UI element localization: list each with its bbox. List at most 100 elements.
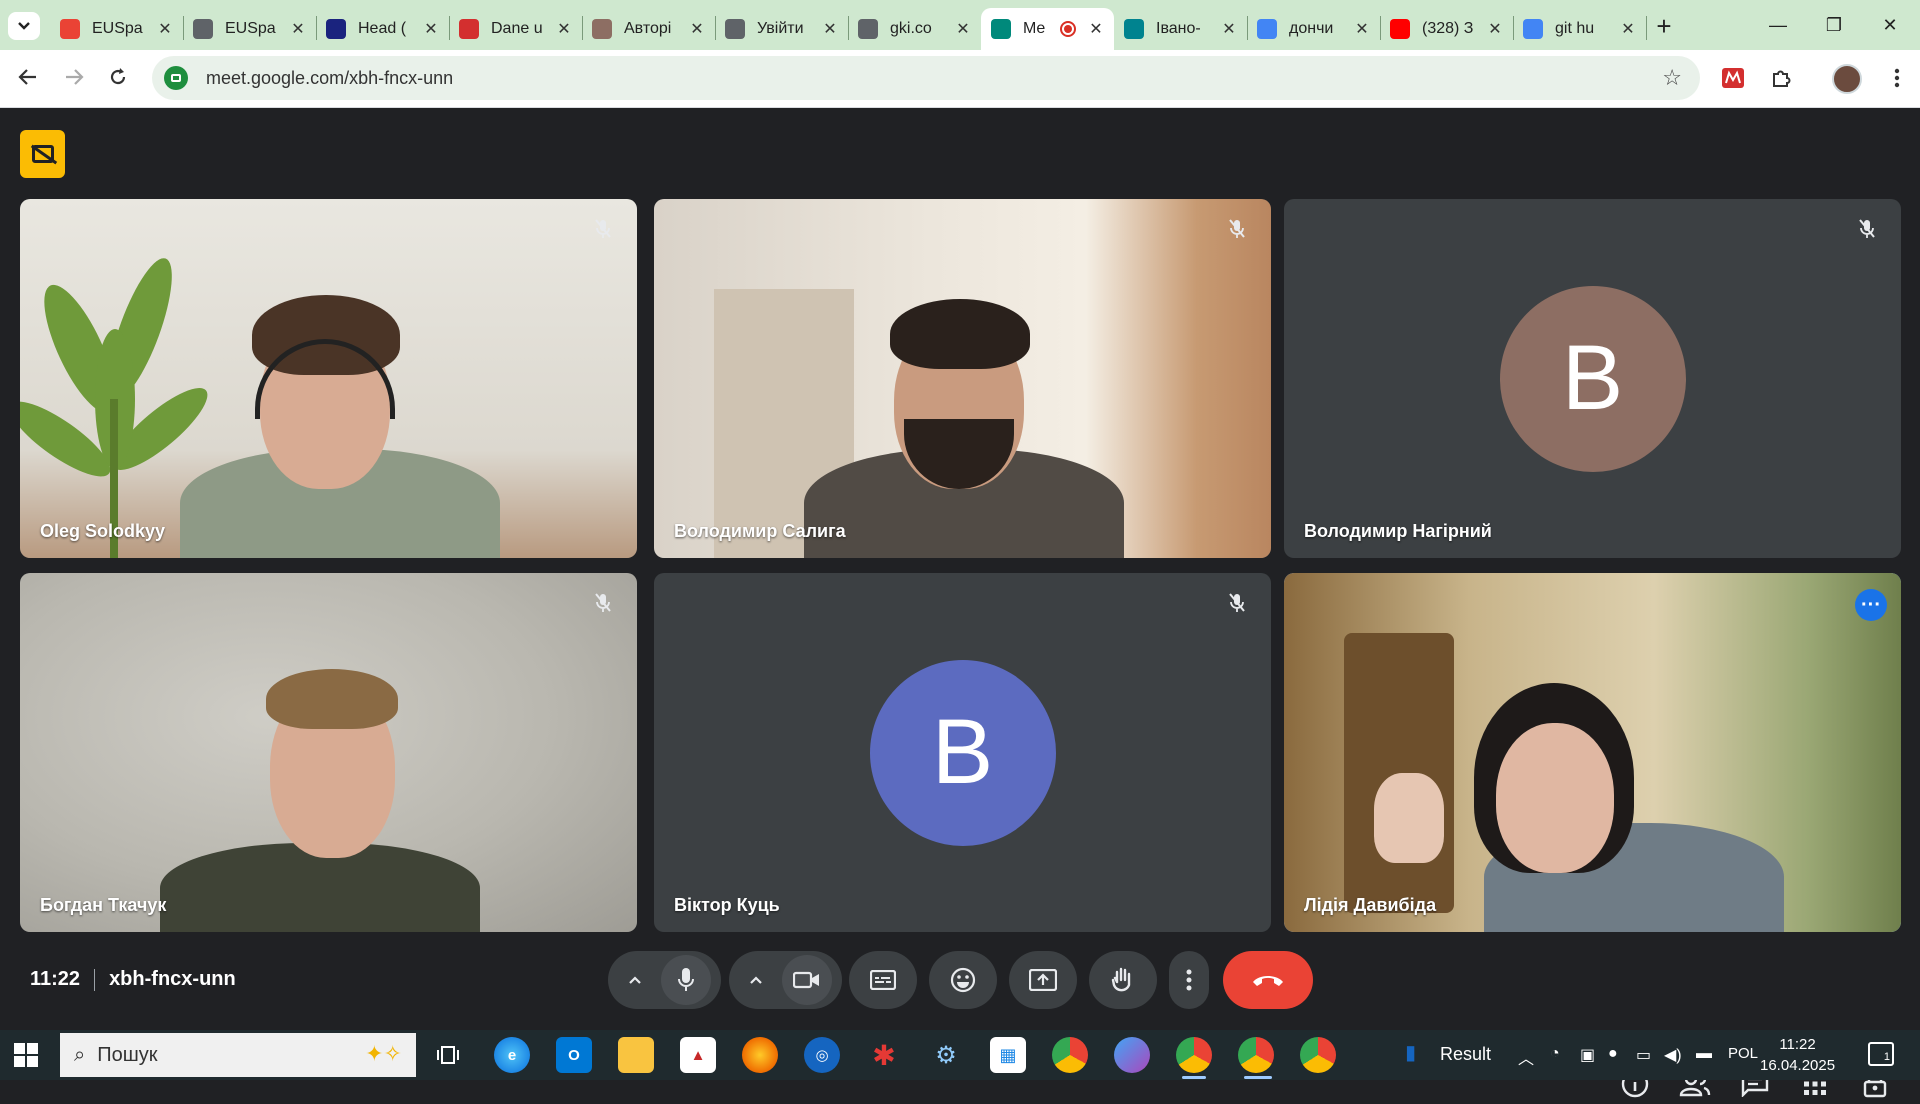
participant-tile[interactable]: B Віктор Куць [654,573,1271,932]
camera-tray-icon[interactable]: ▣ [1580,1045,1595,1065]
present-screen-button[interactable] [1009,951,1077,1009]
meet-stage: Oleg Solodkyy Володимир Салига В Володим… [0,108,1920,1098]
browser-tab[interactable]: Head (✕ [316,8,449,50]
microphone-tray-icon[interactable]: ● [1608,1045,1618,1063]
close-tab-icon[interactable]: ✕ [556,21,572,38]
display-tray-icon[interactable]: ▭ [1636,1045,1651,1065]
browser-tab[interactable]: Dane u ✕ [449,8,582,50]
reactions-button[interactable] [929,951,997,1009]
emoji-icon [950,967,976,993]
reload-button[interactable] [100,59,136,95]
close-window-button[interactable]: ✕ [1862,8,1918,42]
red-app-icon[interactable]: ✱ [866,1037,902,1073]
browser-tab[interactable]: git hu ✕ [1513,8,1646,50]
satellite-app-icon[interactable]: ⚙ [928,1037,964,1073]
extensions-button[interactable] [1764,61,1798,95]
participant-tile[interactable]: Володимир Салига [654,199,1271,558]
close-tab-icon[interactable]: ✕ [1354,21,1370,38]
participant-tile[interactable]: В Володимир Нагірний [1284,199,1901,558]
nba-icon[interactable]: ▮ [1405,1040,1416,1065]
participant-tile[interactable]: Oleg Solodkyy [20,199,637,558]
input-language[interactable]: POL [1728,1045,1758,1062]
globe-app-icon[interactable]: ◎ [804,1037,840,1073]
network-icon[interactable]: ◔ [1550,1045,1560,1063]
restore-button[interactable]: ❐ [1806,8,1862,42]
forward-button[interactable] [56,59,92,95]
system-clock[interactable]: 11:22 16.04.2025 [1760,1034,1835,1076]
close-tab-icon[interactable]: ✕ [955,21,971,38]
browser-tab[interactable]: (328) З ✕ [1380,8,1513,50]
raise-hand-button[interactable] [1089,951,1157,1009]
volume-icon[interactable]: ◀) [1664,1045,1682,1065]
browser-tab[interactable]: gki.co ✕ [848,8,981,50]
copilot-icon[interactable] [1114,1037,1150,1073]
extension-icon[interactable] [1716,61,1750,95]
more-options-icon[interactable]: ··· [1855,589,1887,621]
taskbar-search[interactable]: ⌕ Пошук ✦✧ [60,1033,416,1077]
mic-off-icon [1221,587,1253,619]
browser-tab[interactable]: EUSpa ✕ [50,8,183,50]
captions-button[interactable] [849,951,917,1009]
participant-video [1284,573,1901,932]
store-icon[interactable]: ▦ [990,1037,1026,1073]
outlook-icon[interactable]: O [556,1037,592,1073]
chevron-up-icon[interactable] [749,975,763,985]
file-explorer-icon[interactable] [618,1037,654,1073]
close-tab-icon[interactable]: ✕ [1088,21,1104,38]
windows-start-button[interactable] [14,1043,38,1067]
close-tab-icon[interactable]: ✕ [290,21,306,38]
address-bar[interactable]: meet.google.com/xbh-fncx-unn ☆ [152,56,1700,100]
tab-search-button[interactable] [8,12,40,40]
result-widget[interactable]: Result [1440,1044,1491,1065]
browser-tab[interactable]: дончи ✕ [1247,8,1380,50]
tab-separator [1646,16,1647,40]
browser-tab[interactable]: Увійти ✕ [715,8,848,50]
close-tab-icon[interactable]: ✕ [1620,21,1636,38]
new-tab-button[interactable]: + [1650,11,1678,41]
site-info-icon[interactable] [164,66,188,90]
close-tab-icon[interactable]: ✕ [1487,21,1503,38]
chrome-menu-button[interactable] [1880,61,1914,95]
close-tab-icon[interactable]: ✕ [1221,21,1237,38]
close-tab-icon[interactable]: ✕ [157,21,173,38]
video-off-badge-icon[interactable] [20,130,65,178]
mic-button[interactable] [661,955,711,1005]
browser-tab[interactable]: EUSpa ✕ [183,8,316,50]
chrome-icon[interactable] [1052,1037,1088,1073]
chrome-window-icon[interactable] [1300,1037,1336,1073]
more-options-button[interactable] [1169,951,1209,1009]
back-button[interactable] [10,59,46,95]
notifications-button[interactable]: 1 [1868,1042,1894,1066]
close-tab-icon[interactable]: ✕ [822,21,838,38]
browser-tab[interactable]: Авторі ✕ [582,8,715,50]
close-tab-icon[interactable]: ✕ [689,21,705,38]
bookmark-star-icon[interactable]: ☆ [1662,65,1682,91]
minimize-button[interactable]: — [1750,8,1806,42]
leave-call-button[interactable] [1223,951,1313,1009]
search-placeholder: Пошук [97,1043,158,1066]
chevron-up-icon[interactable]: ︿ [1518,1045,1534,1069]
participant-tile-active-speaker[interactable]: Лідія Давибіда ··· [1284,573,1901,932]
clock-time: 11:22 [1779,1036,1816,1053]
close-tab-icon[interactable]: ✕ [423,21,439,38]
browser-tab[interactable]: Me ✕ [981,8,1114,50]
firefox-icon[interactable] [742,1037,778,1073]
url-text[interactable]: meet.google.com/xbh-fncx-unn [206,68,453,89]
edge-browser-icon[interactable]: e [494,1037,530,1073]
chevron-up-icon[interactable] [628,975,642,985]
camera-button[interactable] [782,955,832,1005]
participant-name: Володимир Салига [674,521,846,541]
task-view-icon[interactable] [430,1037,466,1073]
participant-name: Oleg Solodkyy [40,521,166,541]
pdf-app-icon[interactable]: ▲ [680,1037,716,1073]
battery-icon[interactable]: ▬ [1696,1045,1712,1063]
browser-toolbar: meet.google.com/xbh-fncx-unn ☆ [0,50,1920,108]
profile-avatar[interactable] [1832,64,1862,94]
participant-tile[interactable]: Богдан Ткачук [20,573,637,932]
chrome-active-window-icon[interactable] [1238,1037,1274,1073]
tab-title: Me [1023,20,1046,37]
globe-icon [858,19,878,39]
participant-name: Віктор Куць [674,895,780,915]
browser-tab[interactable]: Івано- ✕ [1114,8,1247,50]
chrome-profile-icon[interactable] [1176,1037,1212,1073]
